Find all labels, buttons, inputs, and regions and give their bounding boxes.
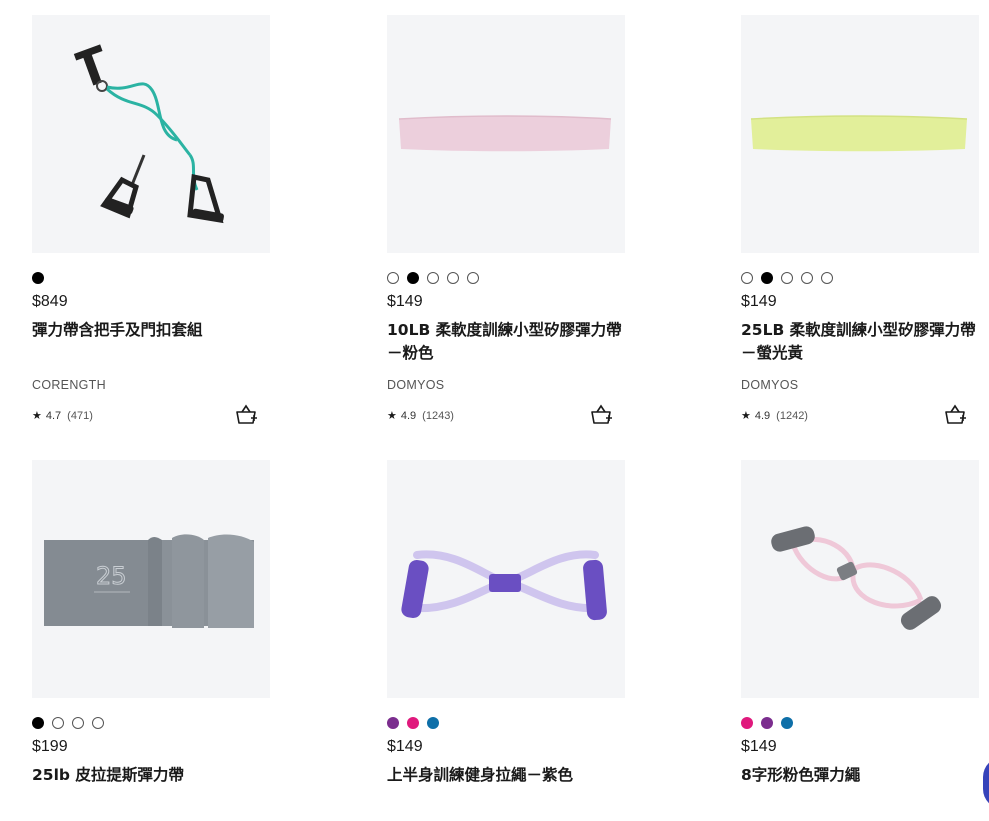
color-swatch[interactable]: [52, 717, 64, 729]
product-rating: ★ 4.9 (1242): [741, 409, 808, 423]
color-swatch[interactable]: [447, 272, 459, 284]
product-brand[interactable]: DOMYOS: [387, 378, 627, 394]
product-price: $149: [387, 293, 423, 310]
color-swatch[interactable]: [72, 717, 84, 729]
pink-mini-band-icon: [398, 115, 612, 152]
color-swatches: [32, 271, 272, 285]
band-marking: 25: [96, 562, 127, 590]
color-swatch[interactable]: [32, 272, 44, 284]
star-icon: ★: [387, 410, 397, 422]
product-title[interactable]: 25lb 皮拉提斯彈力帶: [32, 764, 272, 787]
product-card: $149 8字形粉色彈力繩: [741, 460, 981, 787]
product-image[interactable]: [387, 460, 625, 698]
product-image[interactable]: [387, 15, 625, 253]
product-card: $149 10LB 柔軟度訓練小型矽膠彈力帶－粉色 DOMYOS ★ 4.9 (…: [387, 15, 627, 431]
color-swatch[interactable]: [741, 717, 753, 729]
product-image[interactable]: [741, 460, 979, 698]
rating-value: 4.9: [754, 409, 771, 422]
rating-value: 4.7: [45, 409, 62, 422]
color-swatch[interactable]: [407, 717, 419, 729]
pink-expander-icon: [771, 526, 942, 630]
color-swatch[interactable]: [427, 272, 439, 284]
product-price: $199: [32, 738, 68, 755]
product-brand[interactable]: CORENGTH: [32, 378, 272, 394]
product-title[interactable]: 10LB 柔軟度訓練小型矽膠彈力帶－粉色: [387, 319, 627, 365]
product-title[interactable]: 8字形粉色彈力繩: [741, 764, 981, 787]
color-swatch[interactable]: [427, 717, 439, 729]
product-price: $149: [741, 293, 777, 310]
color-swatch[interactable]: [781, 272, 793, 284]
star-icon: ★: [32, 410, 42, 422]
resistance-tube-icon: [73, 44, 224, 224]
color-swatch[interactable]: [761, 717, 773, 729]
review-count: (1242): [776, 409, 808, 422]
product-image[interactable]: [741, 15, 979, 253]
color-swatch[interactable]: [801, 272, 813, 284]
color-swatch[interactable]: [407, 272, 419, 284]
color-swatch[interactable]: [467, 272, 479, 284]
add-to-cart-icon[interactable]: [943, 403, 967, 427]
product-card: $849 彈力帶含把手及門扣套組 CORENGTH ★ 4.7 (471): [32, 15, 272, 431]
rating-value: 4.9: [400, 409, 417, 422]
add-to-cart-icon[interactable]: [589, 403, 613, 427]
product-price: $149: [741, 738, 777, 755]
product-card: $149 25LB 柔軟度訓練小型矽膠彈力帶－螢光黃 DOMYOS ★ 4.9 …: [741, 15, 981, 431]
star-icon: ★: [741, 410, 751, 422]
color-swatches: [32, 716, 272, 730]
review-count: (1243): [422, 409, 454, 422]
product-brand[interactable]: DOMYOS: [741, 378, 981, 394]
color-swatch[interactable]: [761, 272, 773, 284]
add-to-cart-icon[interactable]: [234, 403, 258, 427]
product-image[interactable]: 25: [32, 460, 270, 698]
review-count: (471): [67, 409, 93, 422]
color-swatches: [387, 716, 627, 730]
product-rating: ★ 4.9 (1243): [387, 409, 454, 423]
product-price: $849: [32, 293, 68, 310]
product-rating: ★ 4.7 (471): [32, 409, 93, 423]
product-price: $149: [387, 738, 423, 755]
product-title[interactable]: 彈力帶含把手及門扣套組: [32, 319, 272, 365]
product-grid: $849 彈力帶含把手及門扣套組 CORENGTH ★ 4.7 (471) $1…: [0, 0, 989, 821]
product-title[interactable]: 25LB 柔軟度訓練小型矽膠彈力帶－螢光黃: [741, 319, 981, 365]
product-card: 25 $199 25lb 皮拉提斯彈力帶: [32, 460, 272, 787]
color-swatch[interactable]: [387, 717, 399, 729]
grey-pilates-band-icon: 25: [44, 534, 254, 628]
purple-expander-icon: [401, 550, 607, 621]
yellow-mini-band-icon: [750, 115, 968, 152]
color-swatch[interactable]: [387, 272, 399, 284]
color-swatches: [387, 271, 627, 285]
color-swatch[interactable]: [32, 717, 44, 729]
color-swatch[interactable]: [781, 717, 793, 729]
color-swatch[interactable]: [92, 717, 104, 729]
product-image[interactable]: [32, 15, 270, 253]
color-swatches: [741, 716, 981, 730]
product-title[interactable]: 上半身訓練健身拉繩－紫色: [387, 764, 627, 787]
color-swatch[interactable]: [821, 272, 833, 284]
color-swatches: [741, 271, 981, 285]
color-swatch[interactable]: [741, 272, 753, 284]
product-card: $149 上半身訓練健身拉繩－紫色: [387, 460, 627, 787]
